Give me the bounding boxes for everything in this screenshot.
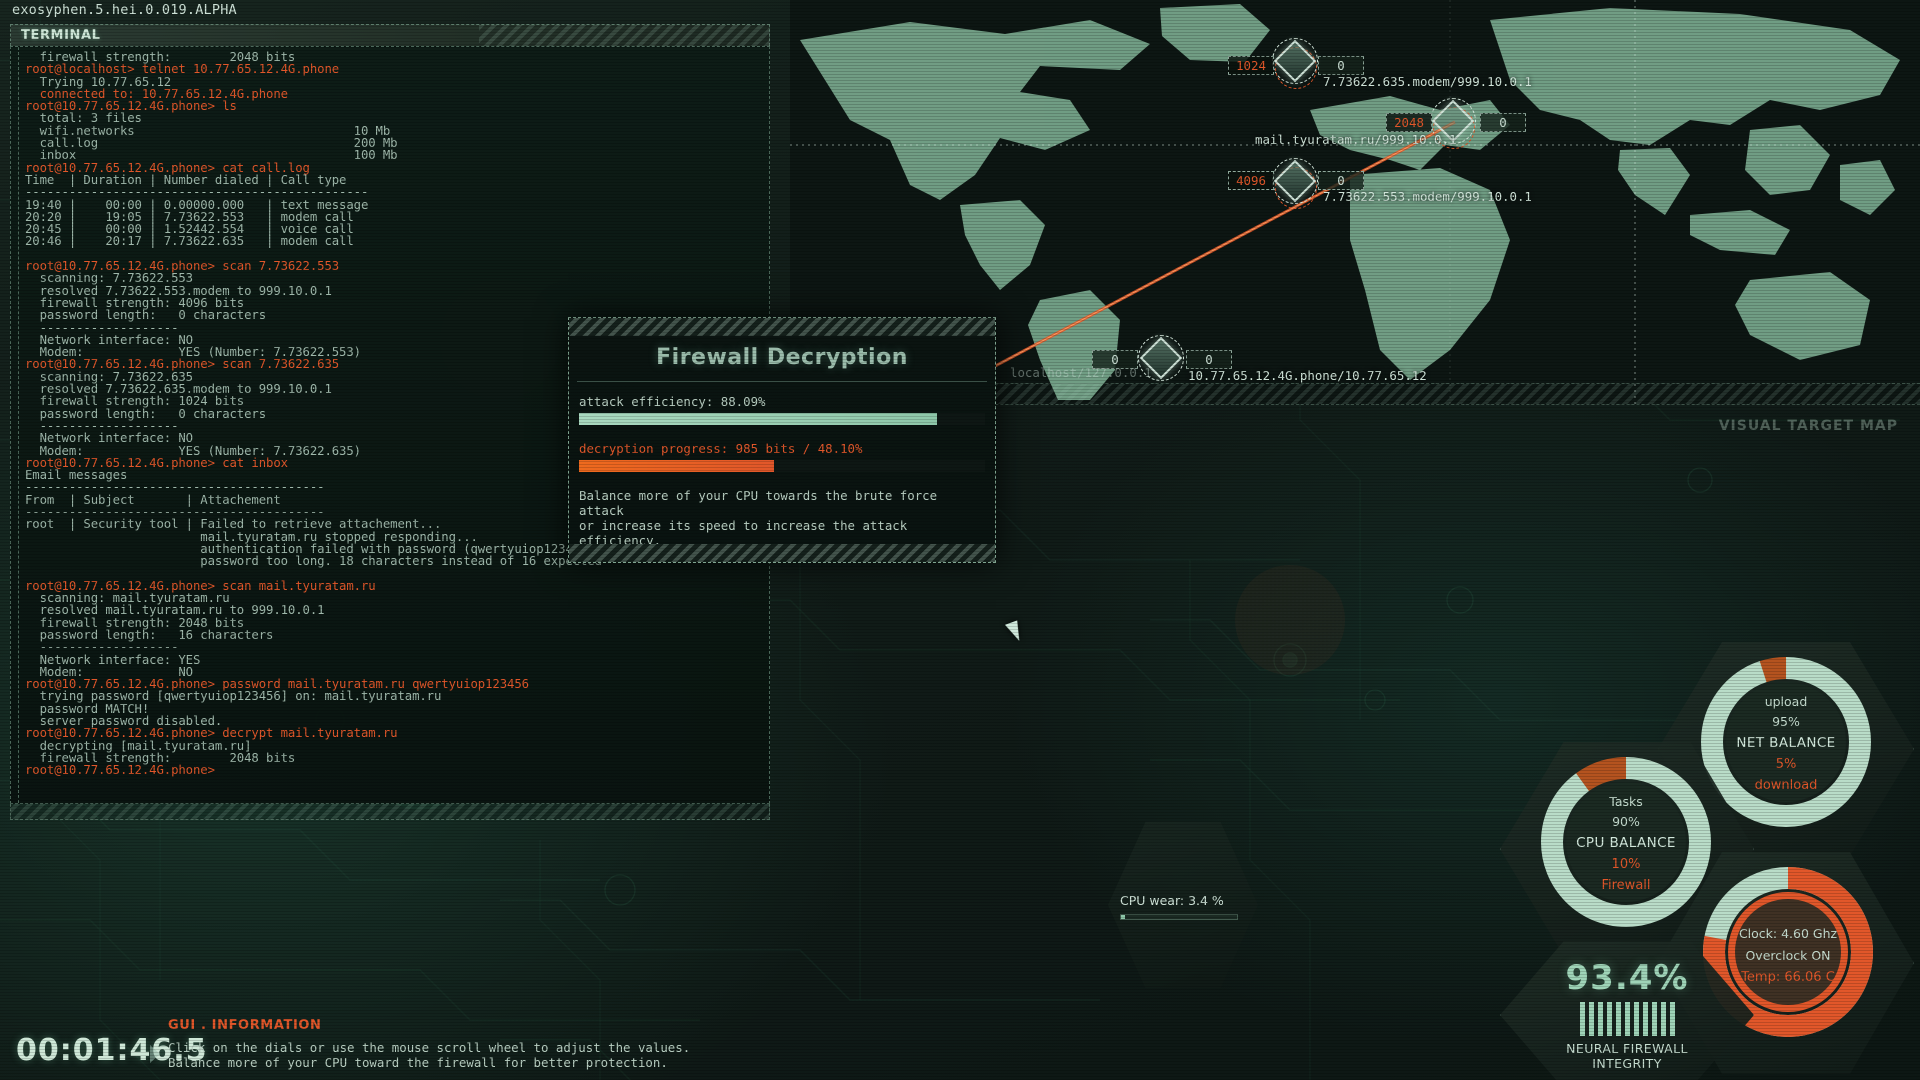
- terminal-titlebar: TERMINAL: [10, 24, 770, 46]
- neural-firewall-integrity: 93.4% NEURAL FIREWALL INTEGRITY: [1542, 958, 1712, 1071]
- info-chevron-icon: [150, 1045, 160, 1063]
- dialog-bottom-hatch: [569, 544, 995, 562]
- integrity-bar-segment: [1669, 1002, 1675, 1036]
- firewall-decryption-dialog[interactable]: Firewall Decryption attack efficiency: 8…: [568, 317, 996, 563]
- map-node-4-label: 10.77.65.12.4G.phone/10.77.65.12: [1188, 368, 1427, 383]
- attack-efficiency-bar-fill: [579, 413, 937, 425]
- terminal-footer-hatch: [10, 804, 770, 820]
- gui-information-panel: GUI . INFORMATION Click on the dials or …: [168, 1018, 690, 1070]
- dialog-body: attack efficiency: 88.09% decryption pro…: [569, 382, 995, 548]
- terminal-line: scanning: 7.73622.553: [25, 271, 193, 286]
- integrity-bar-segment: [1624, 1002, 1630, 1036]
- app-title: exosyphen.5.hei.0.019.ALPHA: [12, 2, 237, 18]
- cpu-wear-bar-track: [1120, 914, 1238, 920]
- gui-info-text: Click on the dials or use the mouse scro…: [168, 1040, 691, 1070]
- decryption-progress-bar-track: [579, 460, 985, 472]
- terminal-title: TERMINAL: [21, 28, 101, 43]
- integrity-bar-segment: [1615, 1002, 1621, 1036]
- localhost-label: localhost/127.0.0.1: [1010, 365, 1152, 380]
- terminal-line: 19:40 | 00:00 | 0.00000.000 | text messa…: [25, 197, 369, 212]
- terminal-line: root@localhost> telnet 10.77.65.12.4G.ph…: [25, 62, 340, 77]
- terminal-line: ----------------------------------------…: [25, 185, 369, 200]
- titlebar-hatch-decor: [479, 25, 769, 46]
- terminal-line: 20:46 | 20:17 | 7.73622.635 | modem call: [25, 234, 354, 249]
- attack-efficiency-label: attack efficiency: 88.09%: [579, 394, 766, 409]
- map-node-2-zero-badge: 0: [1480, 113, 1526, 132]
- cpu-balance-dial[interactable]: Tasks 90% CPU BALANCE 10% Firewall: [1538, 754, 1714, 930]
- map-node-1-strength-badge: 1024: [1228, 56, 1274, 75]
- attack-efficiency-bar-track: [579, 413, 985, 425]
- map-node-3-strength-badge: 4096: [1228, 171, 1274, 190]
- dialog-spacer: [579, 425, 985, 441]
- terminal-line: root@10.77.65.12.4G.phone> decrypt mail.…: [25, 726, 398, 741]
- dialog-advice-text: Balance more of your CPU towards the bru…: [579, 488, 938, 548]
- cpu-balance-dial-svg: [1541, 757, 1711, 927]
- map-node-4-right-badge: 0: [1186, 350, 1232, 369]
- cpu-wear-bar-fill: [1121, 915, 1125, 919]
- map-node-2-strength-badge: 2048: [1386, 113, 1432, 132]
- integrity-bar-segment: [1588, 1002, 1594, 1036]
- integrity-bar-meter: [1542, 1002, 1712, 1036]
- app-root: exosyphen.5.hei.0.019.ALPHA TERMINAL fir…: [0, 0, 1920, 1080]
- integrity-bar-segment: [1642, 1002, 1648, 1036]
- gauge-cluster: upload 95% NET BALANCE 5% download Tasks…: [1490, 640, 1920, 1080]
- terminal-line: Network interface: YES: [25, 652, 201, 667]
- terminal-line: total: 3 files: [25, 111, 142, 126]
- integrity-bar-segment: [1597, 1002, 1603, 1036]
- decryption-progress-bar-fill: [579, 460, 775, 472]
- cpu-wear-label: CPU wear: 3.4 %: [1120, 893, 1224, 908]
- integrity-bar-segment: [1651, 1002, 1657, 1036]
- terminal-line: -------------------: [25, 640, 179, 655]
- map-node-3-label: 7.73622.553.modem/999.10.0.1: [1323, 189, 1532, 204]
- terminal-line: resolved mail.tyuratam.ru to 999.10.0.1: [25, 603, 325, 618]
- integrity-bar-segment: [1579, 1002, 1585, 1036]
- map-node-2-label: mail.tyuratam.ru/999.10.0.1: [1255, 132, 1457, 147]
- terminal-line: inbox 100 Mb: [25, 148, 398, 163]
- decryption-progress-label: decryption progress: 985 bits / 48.10%: [579, 441, 863, 456]
- cpu-wear-widget: CPU wear: 3.4 %: [1120, 893, 1238, 920]
- integrity-bar-segment: [1606, 1002, 1612, 1036]
- map-node-3-zero-badge: 0: [1318, 171, 1364, 190]
- terminal-line: trying password [qwertyuiop123456] on: m…: [25, 689, 442, 704]
- integrity-bar-segment: [1660, 1002, 1666, 1036]
- integrity-percent: 93.4%: [1565, 958, 1689, 998]
- terminal-line: root@10.77.65.12.4G.phone>: [25, 763, 215, 778]
- map-node-1-zero-badge: 0: [1318, 56, 1364, 75]
- map-node-1-label: 7.73622.635.modem/999.10.0.1: [1323, 74, 1532, 89]
- integrity-caption: NEURAL FIREWALL INTEGRITY: [1566, 1041, 1688, 1071]
- integrity-bar-segment: [1633, 1002, 1639, 1036]
- gui-info-header: GUI . INFORMATION: [168, 1018, 322, 1033]
- dialog-top-hatch: [569, 318, 995, 336]
- dialog-title: Firewall Decryption: [656, 345, 908, 370]
- mouse-cursor: [1004, 620, 1025, 644]
